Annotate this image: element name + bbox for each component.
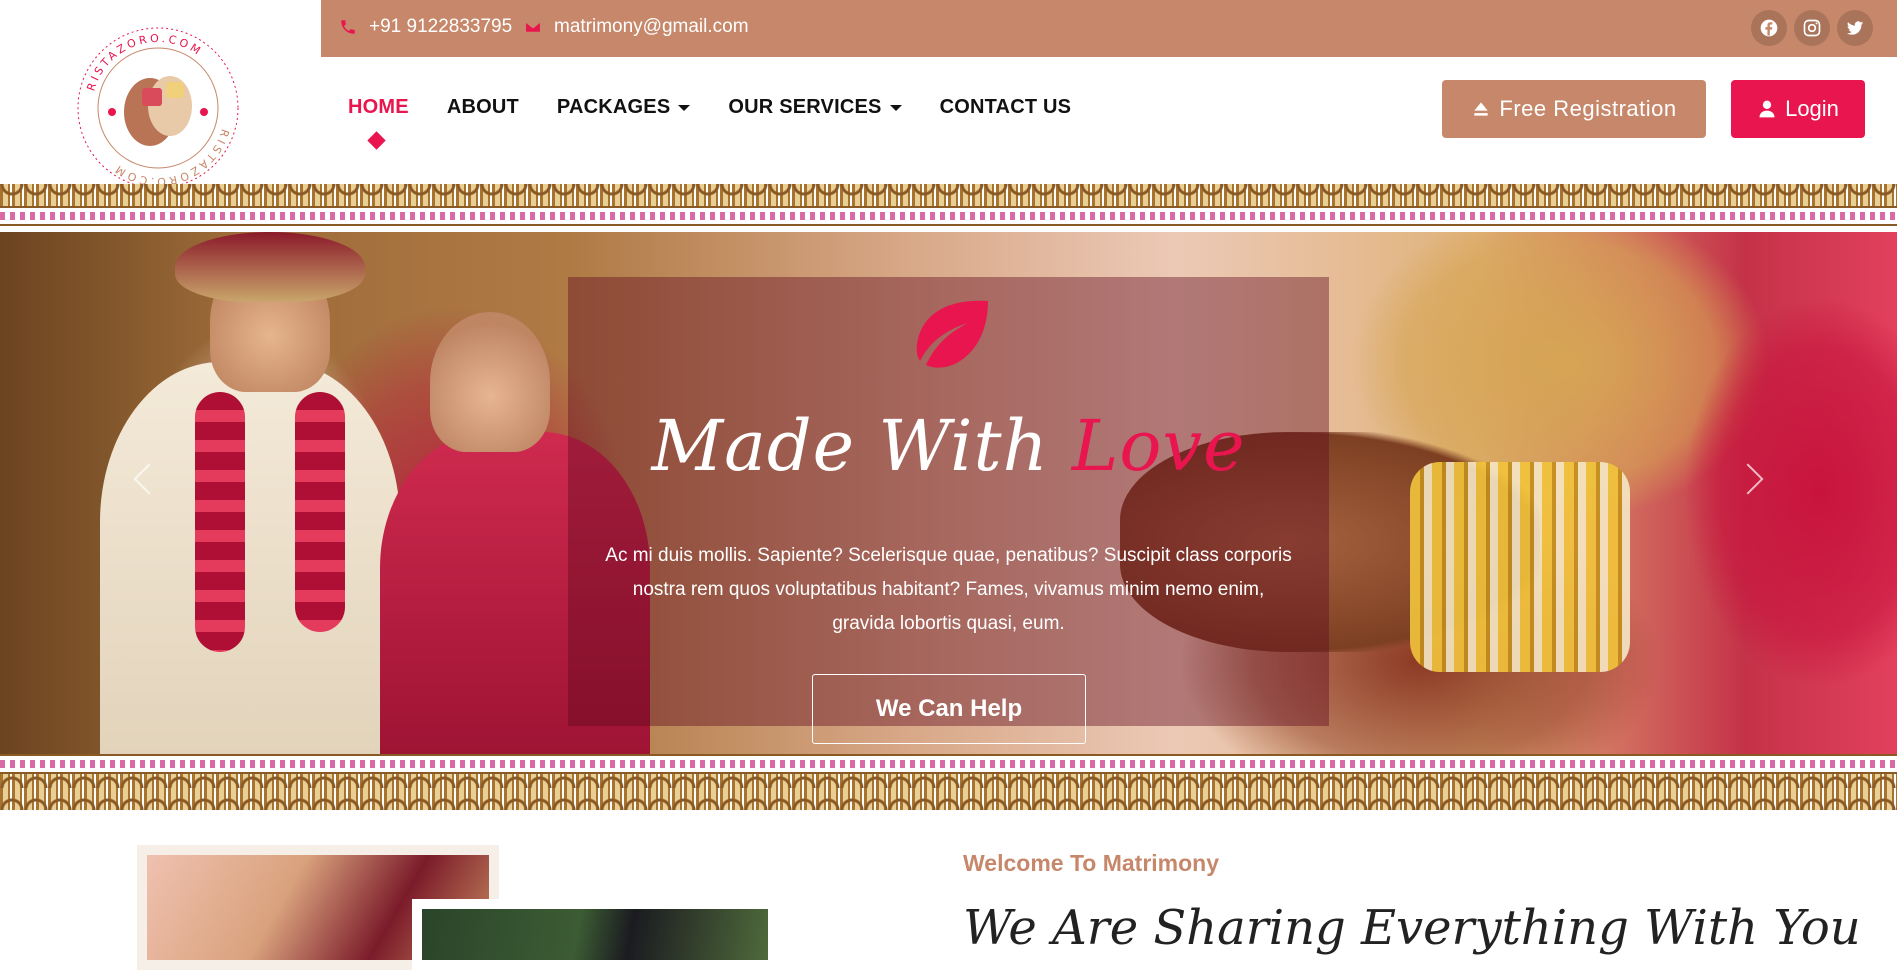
garland [195,392,245,652]
nav-contact-label: CONTACT US [939,96,1072,118]
nav-packages-label: PACKAGES [556,96,671,118]
turban [175,232,365,302]
email-contact[interactable]: matrimony@gmail.com [524,16,749,38]
free-registration-label: Free Registration [1499,96,1677,121]
nav-home[interactable]: HOME [348,96,409,150]
social-links [1751,10,1873,46]
nav-contact-us[interactable]: CONTACT US [940,96,1072,119]
eject-icon [1474,102,1489,116]
nav-our-services[interactable]: OUR SERVICES [728,96,902,119]
user-icon [1759,100,1775,118]
main-nav: HOME ABOUT PACKAGES OUR SERVICES CONTACT… [348,96,1109,150]
envelope-icon [524,21,542,33]
hero-image-bangles [1410,462,1630,672]
logo-text-bottom: RISTAZORO.COM [111,127,229,188]
decorative-border-top [0,184,1897,232]
hero-title: Made With Love [568,405,1329,487]
site-logo[interactable]: RISTAZORO.COM RISTAZORO.COM [72,22,244,194]
active-indicator [367,131,386,150]
hero-description: Ac mi duis mollis. Sapiente? Scelerisque… [605,545,1292,634]
logo-area: RISTAZORO.COM RISTAZORO.COM [0,0,321,189]
login-label: Login [1785,96,1839,121]
email-address: matrimony@gmail.com [554,16,749,37]
nav-about-label: ABOUT [446,96,519,118]
hero-title-main: Made With [651,405,1072,487]
caret-down-icon [889,104,902,111]
instagram-icon [1803,19,1821,37]
hero-image-groom [100,362,400,754]
caret-down-icon [678,104,691,111]
free-registration-button[interactable]: Free Registration [1442,80,1706,138]
phone-icon [341,20,355,34]
login-button[interactable]: Login [1731,80,1865,138]
hero-caption: Made With Love Ac mi duis mollis. Sapien… [568,277,1329,744]
garland [295,392,345,632]
svg-text:RISTAZORO.COM: RISTAZORO.COM [111,127,232,188]
phone-contact[interactable]: +91 9122833795 [339,16,512,38]
nav-home-label: HOME [348,96,409,118]
top-bar: +91 9122833795 matrimony@gmail.com [321,0,1897,57]
facebook-link[interactable] [1751,10,1787,46]
we-can-help-button[interactable]: We Can Help [812,674,1086,744]
leaf-icon [916,300,988,368]
facebook-icon [1760,19,1778,37]
twitter-link[interactable] [1837,10,1873,46]
section-subtitle: Welcome To Matrimony [963,850,1220,876]
carousel-next-icon[interactable] [1732,463,1764,495]
instagram-link[interactable] [1794,10,1830,46]
decorative-border-bottom [0,754,1897,814]
bride-head [430,312,550,452]
nav-packages[interactable]: PACKAGES [556,96,691,119]
phone-number: +91 9122833795 [369,16,513,37]
section-heading: We Are Sharing Everything With You [963,900,1861,956]
hero-slider: Made With Love Ac mi duis mollis. Sapien… [0,232,1897,754]
nav-services-label: OUR SERVICES [728,96,882,118]
hero-title-accent: Love [1071,405,1246,487]
about-image-couple-2 [412,899,778,970]
twitter-icon [1846,21,1864,35]
nav-about[interactable]: ABOUT [447,96,519,119]
